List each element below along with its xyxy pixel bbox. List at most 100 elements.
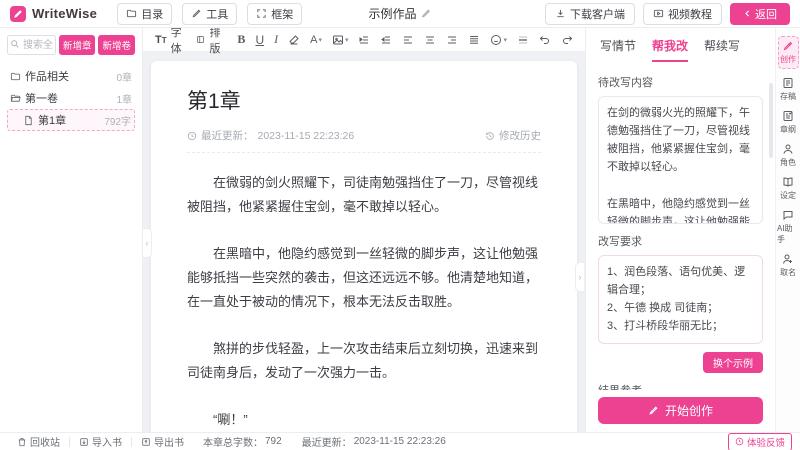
panel-scrollbar[interactable] — [769, 83, 773, 158]
back-button[interactable]: 返回 — [730, 3, 790, 25]
underline-button[interactable]: U — [255, 33, 264, 47]
source-content-textarea[interactable]: 在剑的微弱火光的照耀下，午德勉强挡住了一刀，尽管视线被阻挡，他紧紧握住宝剑，毫不… — [598, 96, 763, 224]
rail-item-label: 创作 — [780, 54, 796, 65]
ai-panel-body: 待改写内容 在剑的微弱火光的照耀下，午德勉强挡住了一刀，尽管视线被阻挡，他紧紧握… — [586, 65, 775, 390]
last-updated-label: 最近更新： — [201, 128, 254, 143]
bold-button[interactable]: B — [237, 32, 245, 47]
draft-document-icon — [782, 77, 794, 89]
align-center-icon — [424, 34, 436, 46]
pen-icon — [191, 8, 202, 19]
rewrite-requirements-textarea[interactable]: 1、润色段落、语句优美、逻辑合理； 2、午德 换成 司徒南； 3、打斗桥段华丽无… — [598, 255, 763, 344]
tools-button[interactable]: 工具 — [182, 3, 237, 25]
rail-item-settings[interactable]: 设定 — [777, 176, 799, 201]
divider-button[interactable] — [517, 34, 529, 46]
rail-item-ai-assistant[interactable]: AI助手 — [777, 209, 799, 245]
catalog-button[interactable]: 目录 — [117, 3, 172, 25]
document-title-text: 示例作品 — [368, 5, 416, 22]
last-updated-value: 2023-11-15 22:23:26 — [258, 130, 355, 142]
align-left-button[interactable] — [402, 34, 414, 46]
tools-label: 工具 — [206, 6, 228, 22]
font-tt-icon: TT — [155, 34, 167, 46]
rail-item-create[interactable]: 创作 — [778, 36, 799, 69]
tree-item-related[interactable]: 作品相关 0章 — [7, 65, 135, 87]
search-box — [7, 35, 56, 55]
editor-page-background: 第1章 最近更新：2023-11-15 22:23:26 修改历史 在微弱的剑火… — [143, 52, 585, 432]
word-count-value: 792 — [265, 436, 282, 447]
redo-button[interactable] — [561, 34, 573, 46]
tree-item-volume1[interactable]: 第一卷 1章 — [7, 87, 135, 109]
recycle-bin-button[interactable]: 回收站 — [8, 434, 69, 449]
back-label: 返回 — [755, 6, 777, 22]
chapter-paragraph[interactable]: 煞拼的步伐轻盈，上一次攻击结束后立刻切换，迅速来到司徒南身后，发动了一次强力一击… — [187, 337, 541, 385]
editor-page[interactable]: 第1章 最近更新：2023-11-15 22:23:26 修改历史 在微弱的剑火… — [151, 61, 577, 432]
framework-button[interactable]: 框架 — [247, 3, 302, 25]
chapter-paragraph[interactable]: 在黑暗中，他隐约感觉到一丝轻微的脚步声，这让他勉强能够抵挡一些突然的袭击，但这还… — [187, 242, 541, 314]
rail-item-drafts[interactable]: 存稿 — [777, 77, 799, 102]
tab-help-continue[interactable]: 帮续写 — [704, 37, 740, 62]
emoji-button[interactable]: ▾ — [490, 34, 507, 46]
tab-help-revise[interactable]: 帮我改 — [652, 37, 688, 62]
person-icon — [782, 143, 794, 155]
collapse-sidebar-handle[interactable]: ‹ — [143, 228, 152, 258]
rail-item-characters[interactable]: 角色 — [777, 143, 799, 168]
main-area: 新增章 新增卷 作品相关 0章 第一卷 1章 第1章 792字 — [0, 28, 800, 432]
feature-rail: 创作 存稿 章纲 角色 设定 AI助手 取名 — [775, 28, 800, 432]
rail-item-label: 章纲 — [780, 124, 796, 135]
feedback-button[interactable]: 体验反馈 — [728, 433, 792, 450]
tree-item-chapter1[interactable]: 第1章 792字 — [7, 109, 135, 131]
italic-button[interactable]: I — [274, 32, 278, 47]
file-icon — [23, 115, 34, 126]
switch-example-button[interactable]: 换个示例 — [703, 352, 763, 373]
rail-item-label: 取名 — [780, 267, 796, 278]
new-chapter-button[interactable]: 新增章 — [59, 35, 96, 55]
layout-menu-button[interactable]: 排版 — [196, 24, 227, 56]
last-updated-value: 2023-11-15 22:23:26 — [354, 436, 446, 447]
clear-format-button[interactable] — [288, 34, 300, 46]
indent-decrease-button[interactable] — [380, 34, 392, 46]
sidebar-search-row: 新增章 新增卷 — [7, 35, 135, 55]
last-updated-stat: 最近更新：2023-11-15 22:23:26 — [292, 434, 456, 449]
last-updated-label: 最近更新： — [302, 434, 352, 449]
app-logo — [10, 6, 26, 22]
insert-image-button[interactable]: ▾ — [332, 34, 349, 46]
top-actions: 下载客户端 视频教程 返回 — [545, 3, 790, 25]
rail-item-chapter-outline[interactable]: 章纲 — [777, 110, 799, 135]
new-volume-button[interactable]: 新增卷 — [98, 35, 135, 55]
font-color-button[interactable]: A▾ — [310, 34, 322, 46]
revision-history-label: 修改历史 — [499, 128, 541, 143]
result-reference-label: 结果参考 — [598, 382, 763, 390]
align-left-icon — [402, 34, 414, 46]
download-client-button[interactable]: 下载客户端 — [545, 3, 635, 25]
export-book-button[interactable]: 导出书 — [132, 434, 193, 449]
undo-button[interactable] — [539, 34, 551, 46]
indent-increase-button[interactable] — [358, 34, 370, 46]
import-book-button[interactable]: 导入书 — [70, 434, 131, 449]
edit-title-icon[interactable] — [421, 8, 432, 19]
start-writing-button[interactable]: 开始创作 — [598, 397, 763, 424]
outline-document-icon — [782, 110, 794, 122]
history-icon — [485, 131, 495, 141]
align-right-button[interactable] — [446, 34, 458, 46]
download-icon — [555, 8, 566, 19]
align-center-button[interactable] — [424, 34, 436, 46]
framework-label: 框架 — [271, 6, 293, 22]
video-tutorial-button[interactable]: 视频教程 — [643, 3, 722, 25]
collapse-panel-handle[interactable]: › — [575, 262, 584, 292]
open-book-icon — [782, 176, 794, 188]
revision-history-button[interactable]: 修改历史 — [485, 128, 541, 143]
catalog-label: 目录 — [141, 6, 163, 22]
chapter-tree: 作品相关 0章 第一卷 1章 第1章 792字 — [7, 65, 135, 131]
font-menu-button[interactable]: TT 字体 — [155, 24, 186, 56]
chapter-paragraph[interactable]: “唰！” — [187, 408, 541, 432]
align-justify-button[interactable] — [468, 34, 480, 46]
video-tutorial-label: 视频教程 — [668, 6, 712, 22]
rail-item-naming[interactable]: 取名 — [777, 253, 799, 278]
tree-item-count: 1章 — [116, 91, 132, 106]
tab-write-plot[interactable]: 写情节 — [600, 37, 636, 62]
chapter-meta-row: 最近更新： 2023-11-15 22:23:26 修改历史 — [187, 128, 541, 153]
chapter-paragraph[interactable]: 在微弱的剑火照耀下，司徒南勉强挡住了一刀，尽管视线被阻挡，他紧紧握住宝剑，毫不敢… — [187, 171, 541, 219]
bottom-bar: 回收站 导入书 导出书 本章总字数：792 最近更新：2023-11-15 22… — [0, 432, 800, 450]
download-client-label: 下载客户端 — [570, 6, 625, 22]
horizontal-rule-icon — [517, 34, 529, 46]
document-title: 示例作品 — [368, 5, 431, 22]
